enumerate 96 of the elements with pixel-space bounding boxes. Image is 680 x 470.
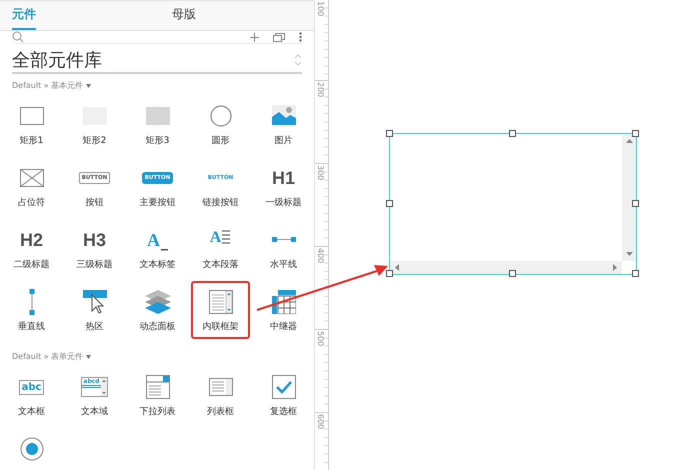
widget-item[interactable]: 动态面板	[128, 281, 187, 339]
widget-item[interactable]: 矩形1	[2, 95, 61, 153]
widget-item[interactable]: 中继器	[254, 281, 313, 339]
dropdown-list-icon	[146, 375, 170, 399]
widget-item[interactable]: abc 文本框	[2, 366, 61, 424]
more-icon[interactable]	[299, 32, 302, 42]
resize-handle[interactable]	[386, 270, 393, 277]
widget-label: 下拉列表	[140, 406, 176, 418]
widget-label: 内联框架	[202, 320, 238, 333]
widget-label: 水平线	[270, 258, 297, 271]
widget-item[interactable]: H3 三级标题	[65, 219, 124, 277]
widget-label: 文本框	[18, 406, 45, 418]
resize-handle[interactable]	[632, 270, 639, 277]
widget-item[interactable]: 下拉列表	[128, 366, 187, 424]
rectangle-icon	[146, 107, 170, 125]
widget-item[interactable]: H1 一级标题	[254, 157, 313, 215]
widget-label: 按钮	[86, 196, 104, 209]
widget-item[interactable]: 图片	[254, 95, 313, 153]
ruler-label: 100	[316, 1, 325, 16]
horizontal-scrollbar[interactable]	[390, 261, 622, 274]
widget-label: 一级标题	[266, 196, 302, 209]
widget-label: 三级标题	[76, 258, 112, 271]
widget-label: 链接按钮	[202, 196, 238, 209]
section-title[interactable]: Default » 表单元件	[12, 351, 84, 362]
widget-item[interactable]: A 文本段落	[191, 219, 250, 277]
up-arrow-icon	[626, 139, 632, 143]
widget-item[interactable]: 热区	[65, 281, 124, 339]
widget-item[interactable]: 水平线	[254, 219, 313, 277]
widget-item[interactable]: 矩形2	[65, 95, 124, 153]
list-box-icon	[208, 378, 232, 396]
layers-icon	[144, 290, 170, 314]
repeater-grid-icon	[272, 290, 296, 314]
resize-handle[interactable]	[632, 130, 639, 137]
resize-handle[interactable]	[632, 200, 639, 207]
hotspot-icon	[82, 290, 106, 314]
ruler-label: 200	[316, 82, 325, 98]
widget-label: 矩形2	[82, 134, 106, 147]
widget-label: 圆形	[212, 135, 230, 147]
heading-icon: H2	[20, 230, 43, 250]
checkbox-icon	[272, 375, 296, 399]
horizontal-line-icon	[272, 237, 296, 243]
rectangle-icon	[20, 107, 44, 125]
heading-icon: H1	[272, 168, 295, 188]
radio-button-icon	[20, 437, 44, 461]
down-arrow-icon	[626, 252, 632, 256]
widget-label: 热区	[86, 320, 104, 333]
widget-item[interactable]: 矩形3	[128, 95, 187, 153]
widget-label: 二级标题	[14, 258, 50, 271]
widget-label: 矩形1	[20, 134, 44, 147]
ruler-label: 600	[316, 414, 325, 430]
right-arrow-icon	[613, 264, 617, 271]
widget-label: 复选框	[270, 406, 297, 418]
widget-item[interactable]: A 文本标签	[128, 219, 187, 277]
panel-tab[interactable]: 母版	[172, 1, 196, 30]
stacked-windows-icon[interactable]	[273, 32, 285, 42]
resize-handle[interactable]	[509, 130, 516, 137]
placeholder-icon	[20, 169, 44, 187]
search-icon[interactable]	[12, 31, 24, 43]
widget-label: 中继器	[270, 320, 297, 333]
resize-handle[interactable]	[386, 200, 393, 207]
widget-item[interactable]: H2 二级标题	[2, 219, 61, 277]
resize-handle[interactable]	[509, 270, 516, 277]
ruler-label: 500	[316, 331, 325, 346]
widget-item[interactable]: 列表框	[191, 366, 250, 424]
section-title[interactable]: Default » 基本元件	[12, 80, 84, 91]
widget-label: 文本段落	[202, 258, 238, 271]
ruler-label: 400	[316, 248, 325, 264]
widget-item[interactable]: 垂直线	[2, 281, 61, 339]
resize-handle[interactable]	[386, 130, 393, 137]
widget-item[interactable]: 占位符	[2, 157, 61, 215]
widget-label: 占位符	[18, 196, 45, 209]
caret-down-icon	[86, 84, 92, 88]
widget-label: 图片	[274, 134, 292, 147]
widget-label: 矩形3	[146, 134, 170, 147]
widget-item[interactable]: 内联框架	[191, 281, 250, 339]
vertical-line-icon	[28, 289, 34, 315]
widget-label: 垂直线	[18, 320, 45, 333]
widget-label: 列表框	[207, 406, 234, 418]
plus-icon[interactable]	[250, 32, 259, 42]
widget-item[interactable]: 复选框	[254, 366, 313, 424]
widget-label: 主要按钮	[140, 196, 176, 209]
circle-icon	[210, 105, 232, 127]
text-box-icon: abc	[18, 380, 44, 394]
vertical-scrollbar[interactable]	[622, 134, 636, 261]
widget-item[interactable]: 圆形	[191, 95, 250, 153]
ruler-label: 300	[316, 165, 325, 180]
library-dropdown[interactable]: 全部元件库	[12, 48, 102, 72]
left-arrow-icon	[395, 264, 399, 271]
caret-down-icon	[86, 354, 92, 358]
widget-label: 文本域	[81, 406, 108, 418]
widget-label: 动态面板	[140, 320, 176, 333]
up-down-caret-icon	[294, 53, 302, 67]
heading-icon: H3	[82, 230, 106, 250]
inline-frame-icon	[208, 290, 232, 314]
image-icon	[272, 105, 296, 127]
widget-label: 文本标签	[140, 258, 176, 271]
